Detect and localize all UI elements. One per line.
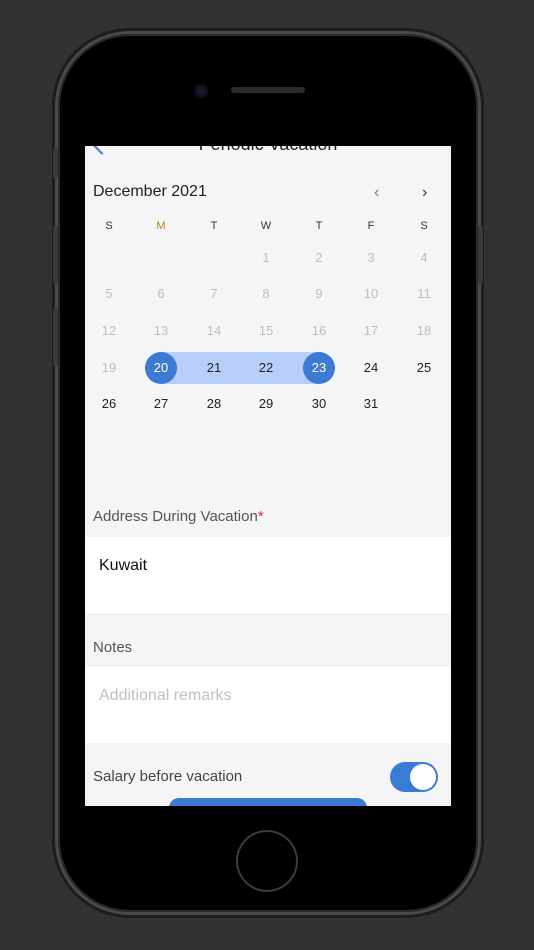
volume-down-button xyxy=(53,308,58,366)
calendar-day: 17 xyxy=(363,323,379,338)
home-button[interactable] xyxy=(238,832,296,890)
calendar-day: 11 xyxy=(417,286,431,301)
page-title: Periodic Vacation xyxy=(85,146,451,155)
calendar-day: 10 xyxy=(363,286,379,301)
weekday-header: T xyxy=(315,220,323,232)
calendar-day: 4 xyxy=(420,250,428,265)
prev-month-icon[interactable]: ‹ xyxy=(374,184,379,202)
volume-up-button xyxy=(53,226,58,284)
front-camera xyxy=(194,84,208,98)
calendar-day: 13 xyxy=(153,323,169,338)
calendar-day: 12 xyxy=(101,323,117,338)
calendar-month-label: December 2021 xyxy=(93,183,207,200)
salary-toggle[interactable] xyxy=(390,762,438,792)
weekday-header: M xyxy=(156,220,166,232)
calendar-day[interactable]: 25 xyxy=(408,352,440,384)
selected-range-band xyxy=(161,352,319,384)
address-value: Kuwait xyxy=(99,557,148,574)
calendar-day: 18 xyxy=(416,323,432,338)
required-asterisk: * xyxy=(257,508,264,525)
calendar-day[interactable]: 30 xyxy=(303,388,335,420)
weekday-header: W xyxy=(260,220,272,232)
calendar-day: 19 xyxy=(101,360,117,375)
calendar-day: 3 xyxy=(367,250,375,265)
calendar-day: 15 xyxy=(258,323,274,338)
calendar-day: 8 xyxy=(262,286,270,301)
calendar-day[interactable]: 29 xyxy=(250,388,282,420)
calendar-day[interactable]: 22 xyxy=(250,352,282,384)
calendar-day: 9 xyxy=(315,286,323,301)
calendar-day[interactable]: 31 xyxy=(355,388,387,420)
notes-label: Notes xyxy=(93,639,133,656)
silent-switch xyxy=(53,148,58,178)
calendar-day: 7 xyxy=(210,286,218,301)
calendar-day[interactable]: 24 xyxy=(355,352,387,384)
address-field[interactable]: Kuwait xyxy=(85,537,451,613)
toggle-knob xyxy=(410,764,436,790)
notes-placeholder: Additional remarks xyxy=(99,687,232,704)
weekday-header: S xyxy=(105,220,113,232)
calendar-day: 1 xyxy=(262,250,270,265)
submit-button[interactable] xyxy=(169,798,367,806)
earpiece-speaker xyxy=(231,87,305,93)
calendar-day[interactable]: 28 xyxy=(198,388,230,420)
calendar-day: 2 xyxy=(315,250,323,265)
calendar-day[interactable]: 21 xyxy=(198,352,230,384)
app-screen: Periodic Vacation December 2021 ‹ › S M T W… xyxy=(85,146,451,806)
weekday-header: S xyxy=(420,220,428,232)
calendar-day[interactable]: 20 xyxy=(145,352,177,384)
calendar-day[interactable]: 26 xyxy=(93,388,125,420)
calendar-day: 5 xyxy=(105,286,113,301)
calendar-day: 6 xyxy=(157,286,165,301)
weekday-header: T xyxy=(210,220,218,232)
next-month-icon[interactable]: › xyxy=(422,184,427,202)
power-button xyxy=(478,226,483,284)
calendar-day[interactable]: 27 xyxy=(145,388,177,420)
address-label-text: Address During Vacation xyxy=(93,508,258,525)
salary-label: Salary before vacation xyxy=(93,768,243,785)
calendar-day: 14 xyxy=(206,323,222,338)
notes-field[interactable]: Additional remarks xyxy=(85,667,451,743)
address-label: Address During Vacation* xyxy=(93,508,264,525)
weekday-header: F xyxy=(367,220,375,232)
calendar-day: 16 xyxy=(311,323,327,338)
calendar-day[interactable]: 23 xyxy=(303,352,335,384)
